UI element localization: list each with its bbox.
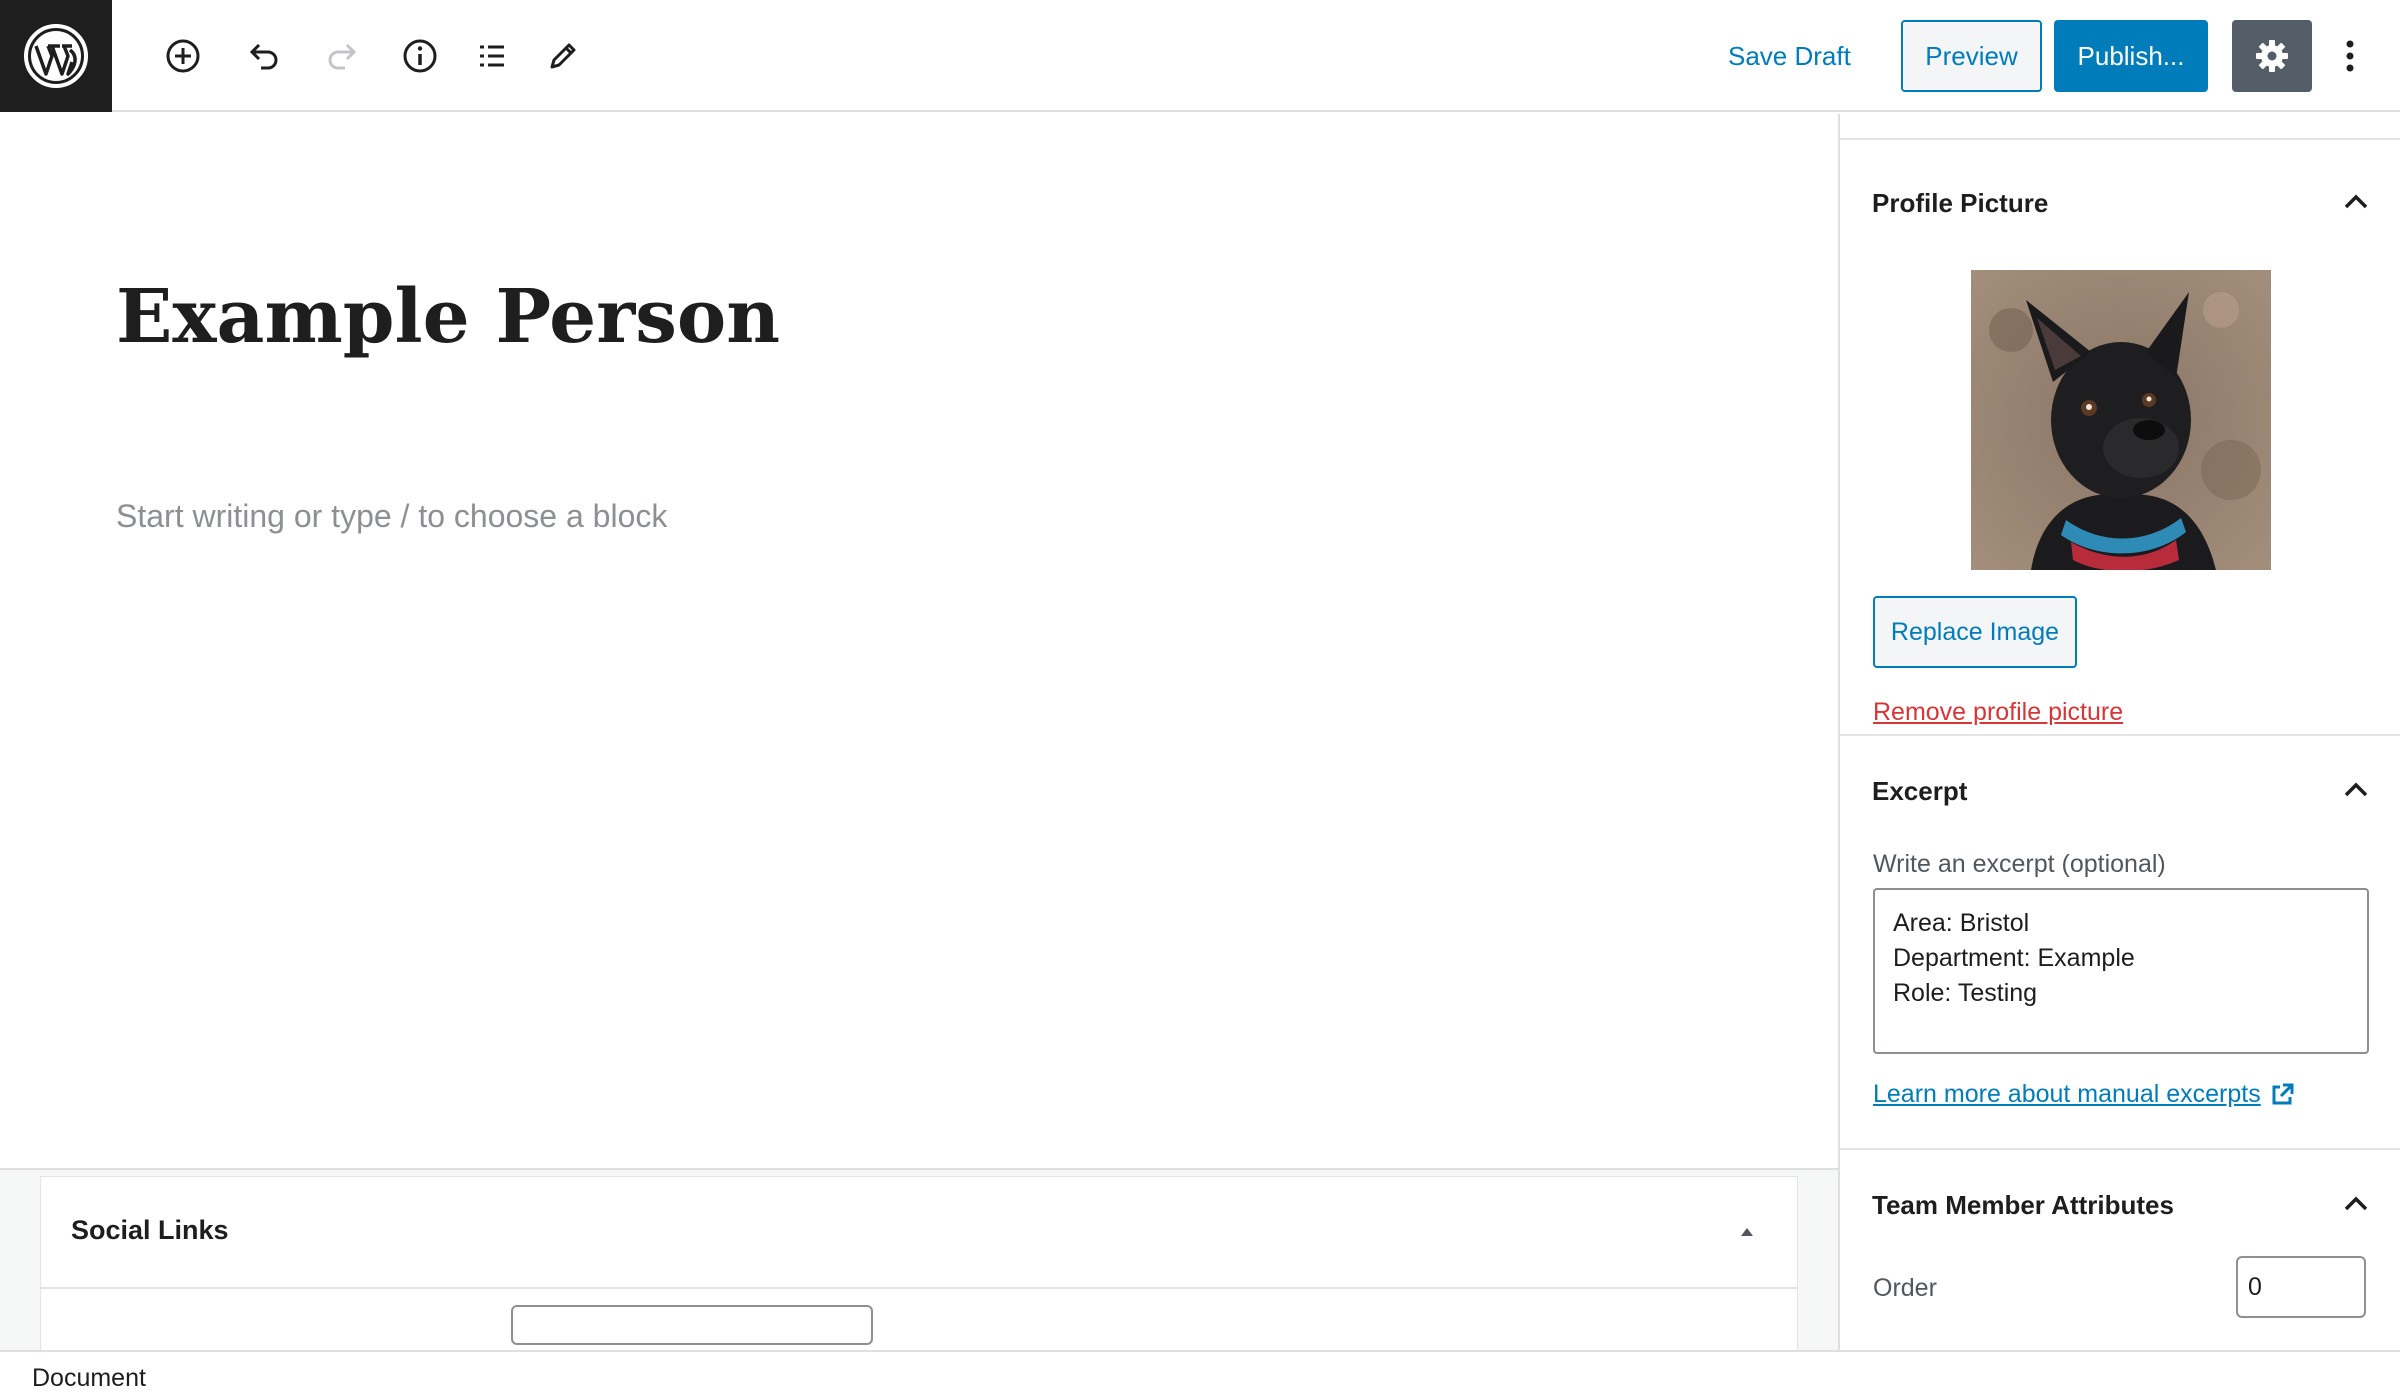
profile-picture-panel: Profile Picture Replace Image Remove pro…: [1840, 138, 2400, 750]
panel-title[interactable]: Excerpt: [1872, 776, 1967, 807]
save-draft-button[interactable]: Save Draft: [1716, 30, 1863, 82]
remove-profile-picture-link[interactable]: Remove profile picture: [1873, 698, 2123, 727]
panel-title[interactable]: Team Member Attributes: [1872, 1190, 2174, 1221]
info-icon: [403, 39, 437, 73]
order-label: Order: [1873, 1274, 1937, 1302]
undo-button[interactable]: [235, 28, 291, 84]
editor-canvas: Example Person Start writing or type / t…: [0, 114, 1838, 1170]
editor-footer: Document: [0, 1350, 2400, 1400]
block-appender-placeholder[interactable]: Start writing or type / to choose a bloc…: [116, 498, 667, 535]
learn-more-label: Learn more about manual excerpts: [1873, 1080, 2261, 1108]
redo-button[interactable]: [315, 28, 371, 84]
tools-button[interactable]: [535, 28, 591, 84]
social-link-input[interactable]: [511, 1305, 873, 1345]
settings-button[interactable]: [2232, 20, 2312, 92]
profile-picture-image: [1971, 270, 2271, 570]
metabox-area: Social Links: [0, 1168, 1838, 1350]
publish-button[interactable]: Publish...: [2054, 20, 2208, 92]
team-member-attributes-panel: Team Member Attributes Order 0: [1840, 1148, 2400, 1350]
post-title[interactable]: Example Person: [116, 274, 780, 360]
excerpt-textarea[interactable]: Area: Bristol Department: Example Role: …: [1873, 888, 2369, 1054]
gear-icon: [2256, 40, 2288, 72]
preview-button[interactable]: Preview: [1901, 20, 2042, 92]
triangle-up-icon[interactable]: [1733, 1217, 1761, 1245]
breadcrumb[interactable]: Document: [32, 1364, 146, 1393]
editor-header: Save Draft Preview Publish...: [0, 0, 2400, 112]
wordpress-logo[interactable]: [0, 0, 112, 112]
external-link-icon: [2272, 1083, 2294, 1104]
replace-image-button[interactable]: Replace Image: [1873, 596, 2077, 668]
redo-icon: [328, 43, 357, 70]
metabox-header[interactable]: Social Links: [41, 1177, 1797, 1289]
excerpt-field-label: Write an excerpt (optional): [1873, 850, 2166, 878]
social-links-metabox: Social Links: [40, 1176, 1798, 1350]
order-input[interactable]: 0: [2236, 1256, 2366, 1318]
more-vertical-icon: [2346, 40, 2354, 72]
chevron-up-icon[interactable]: [2340, 1188, 2372, 1220]
list-view-button[interactable]: [464, 28, 520, 84]
chevron-up-icon[interactable]: [2340, 186, 2372, 218]
add-block-button[interactable]: [155, 28, 211, 84]
options-button[interactable]: [2330, 20, 2370, 92]
metabox-title: Social Links: [71, 1215, 229, 1245]
excerpt-panel: Excerpt Write an excerpt (optional) Area…: [1840, 734, 2400, 1150]
panel-title[interactable]: Profile Picture: [1872, 188, 2048, 219]
list-view-icon: [480, 45, 504, 67]
details-button[interactable]: [392, 28, 448, 84]
dog-photo: [1971, 270, 2271, 570]
wordpress-icon: [24, 24, 88, 88]
chevron-up-icon[interactable]: [2340, 774, 2372, 806]
undo-icon: [249, 43, 278, 70]
pencil-icon: [550, 43, 576, 69]
plus-circle-icon: [166, 39, 200, 73]
settings-sidebar: Profile Picture Replace Image Remove pro…: [1838, 114, 2400, 1350]
learn-more-excerpts-link[interactable]: Learn more about manual excerpts: [1873, 1080, 2295, 1109]
